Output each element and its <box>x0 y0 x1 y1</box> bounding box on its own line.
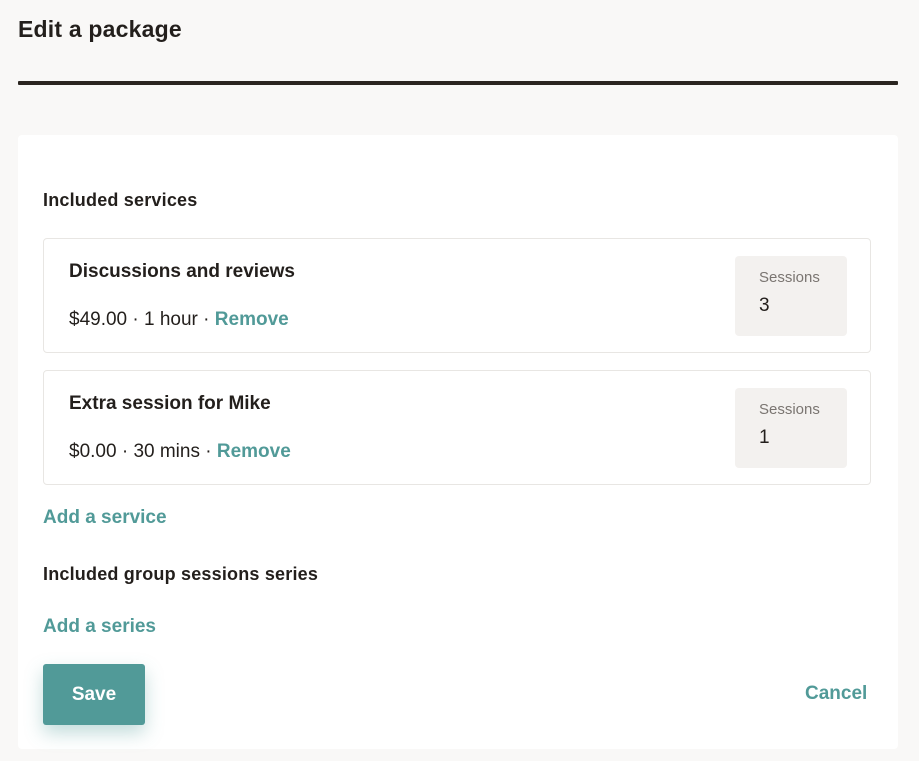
sessions-input[interactable] <box>759 295 829 317</box>
service-duration: 30 mins <box>133 441 200 462</box>
service-name: Extra session for Mike <box>69 393 271 414</box>
sessions-input[interactable] <box>759 427 829 449</box>
package-form-card: Included services Discussions and review… <box>18 135 898 749</box>
add-series-link[interactable]: Add a series <box>43 616 156 638</box>
sessions-label: Sessions <box>759 401 820 418</box>
remove-service-link[interactable]: Remove <box>217 441 291 462</box>
service-meta: $0.00 · 30 mins · Remove <box>69 441 291 463</box>
service-price: $0.00 <box>69 441 117 462</box>
group-sessions-heading: Included group sessions series <box>43 564 319 584</box>
separator: · <box>127 309 145 330</box>
title-divider <box>18 81 898 85</box>
service-price: $49.00 <box>69 309 128 330</box>
service-item: Discussions and reviews $49.00 · 1 hour … <box>43 238 871 353</box>
separator: · <box>197 309 215 330</box>
page-title: Edit a package <box>18 16 182 42</box>
service-duration: 1 hour <box>144 309 198 330</box>
included-services-heading: Included services <box>43 190 198 210</box>
service-item: Extra session for Mike $0.00 · 30 mins ·… <box>43 370 871 485</box>
sessions-label: Sessions <box>759 269 820 286</box>
service-name: Discussions and reviews <box>69 261 295 282</box>
separator: · <box>116 441 134 462</box>
sessions-field[interactable]: Sessions <box>735 256 847 336</box>
save-button[interactable]: Save <box>43 664 145 725</box>
separator: · <box>199 441 217 462</box>
service-meta: $49.00 · 1 hour · Remove <box>69 309 289 331</box>
sessions-field[interactable]: Sessions <box>735 388 847 468</box>
remove-service-link[interactable]: Remove <box>215 309 289 330</box>
cancel-button[interactable]: Cancel <box>805 683 867 705</box>
add-service-link[interactable]: Add a service <box>43 507 167 529</box>
